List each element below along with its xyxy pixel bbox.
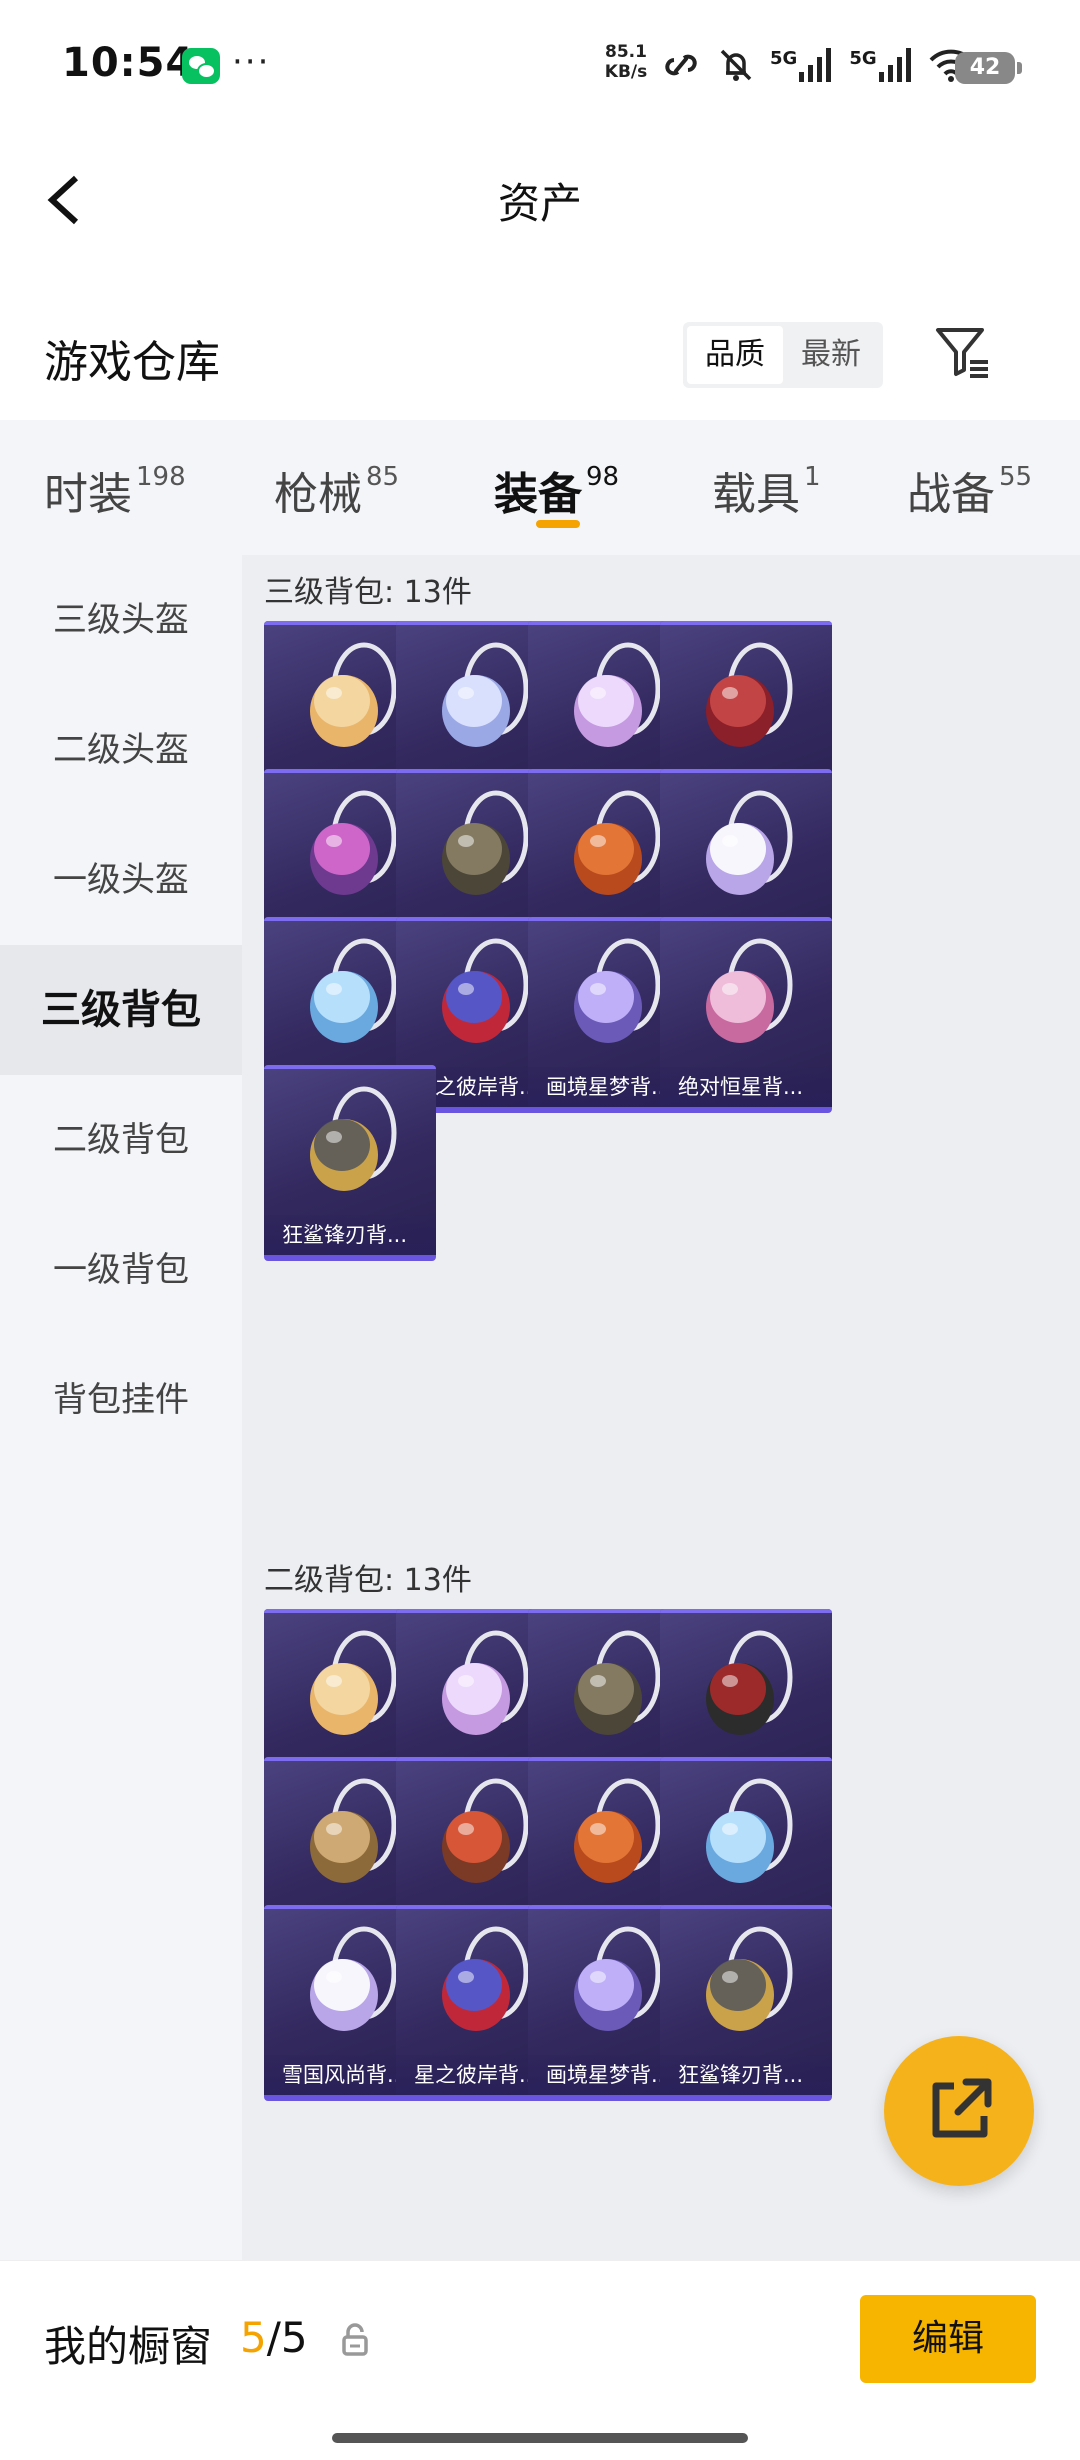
shark-backpack-icon	[310, 1086, 397, 1191]
sort-quality[interactable]: 品质	[687, 326, 783, 384]
sidebar: 三级头盔 二级头盔 一级头盔 三级背包 二级背包 一级背包 背包挂件	[0, 555, 242, 2260]
showcase-count: 5/5	[240, 2313, 308, 2362]
item-grid: 三级背包: 13件 二级背包: 13件 其乐融融背...夜鸢箴言背...彩旗巡礼…	[242, 555, 1080, 2260]
tab-label: 枪械	[274, 469, 362, 520]
status-icons: 5G 5G	[660, 40, 973, 90]
swan-backpack-icon	[706, 1778, 793, 1883]
wechat-icon	[182, 48, 220, 84]
warehouse-title: 游戏仓库	[44, 337, 220, 388]
net-speed: 85.1 KB/s	[600, 42, 652, 82]
item-card[interactable]: 绝对恒星背...	[660, 917, 832, 1113]
sidebar-item-level3-backpack[interactable]: 三级背包	[0, 945, 242, 1075]
item-name: 绝对恒星背...	[660, 1067, 832, 1107]
item-name: 狂鲨锋刃背...	[660, 2055, 832, 2095]
tab-equipment[interactable]: 装备 98	[494, 458, 619, 522]
share-icon	[932, 2078, 992, 2138]
red-backpack-icon	[706, 642, 793, 747]
showcase-total: 5	[280, 2313, 308, 2362]
sidebar-item-level3-helmet[interactable]: 三级头盔	[0, 555, 242, 685]
showcase-label: 我的橱窗	[44, 2322, 213, 2371]
item-card[interactable]: 狂鲨锋刃背...	[264, 1065, 436, 1261]
item-name: 狂鲨锋刃背...	[264, 1215, 436, 1255]
status-bar: 10:54 ··· 85.1 KB/s 5G 5G 42	[0, 0, 1080, 130]
bottom-bar: 我的橱窗 5/5 编辑	[0, 2260, 1080, 2460]
mute-icon	[720, 49, 752, 81]
status-time: 10:54	[62, 40, 195, 86]
sidebar-item-backpack-pendant[interactable]: 背包挂件	[0, 1335, 242, 1465]
sort-toggle: 品质 最新	[683, 322, 883, 388]
sidebar-item-level2-helmet[interactable]: 二级头盔	[0, 685, 242, 815]
tab-label: 战备	[907, 469, 995, 520]
tab-combat-supplies[interactable]: 战备 55	[907, 458, 1032, 522]
signal-icon	[878, 48, 911, 82]
signal-icon	[799, 48, 832, 82]
tab-label: 载具	[712, 469, 800, 520]
active-tab-indicator	[536, 520, 580, 528]
home-indicator	[332, 2433, 748, 2443]
battery-icon: 42	[955, 52, 1022, 84]
tab-label: 装备	[494, 469, 582, 520]
tab-label: 时装	[44, 469, 132, 520]
tab-firearms[interactable]: 枪械 85	[274, 458, 399, 522]
lock-icon	[342, 2323, 368, 2356]
header: 资产	[0, 130, 1080, 270]
share-button[interactable]	[884, 2036, 1034, 2186]
tab-fashion[interactable]: 时装 198	[44, 458, 186, 522]
item-card[interactable]: 狂鲨锋刃背...	[660, 1905, 832, 2101]
signal-1-label: 5G	[770, 48, 798, 69]
shark-backpack-icon	[706, 1926, 793, 2031]
snowman-backpack-icon	[706, 790, 793, 895]
page-title: 资产	[497, 179, 582, 228]
flower-backpack-icon	[706, 938, 793, 1043]
sidebar-item-level2-backpack[interactable]: 二级背包	[0, 1075, 242, 1205]
section-title-level2: 二级背包: 13件	[264, 1563, 472, 1598]
showcase-separator: /	[266, 2313, 281, 2362]
section-title-level3: 三级背包: 13件	[264, 575, 472, 610]
signal-2-label: 5G	[849, 48, 877, 69]
tab-count: 198	[136, 462, 186, 492]
tab-count: 98	[586, 462, 620, 492]
net-speed-value: 85.1	[605, 42, 647, 62]
sidebar-item-level1-helmet[interactable]: 一级头盔	[0, 815, 242, 945]
sort-latest[interactable]: 最新	[783, 326, 879, 384]
link-icon	[665, 54, 697, 76]
tab-count: 55	[999, 462, 1033, 492]
filter-icon	[936, 328, 988, 378]
sidebar-item-level1-backpack[interactable]: 一级背包	[0, 1205, 242, 1335]
signal-2: 5G	[849, 48, 914, 82]
showcase-current: 5	[240, 2313, 267, 2362]
filter-button[interactable]	[932, 322, 992, 382]
more-dots: ···	[232, 42, 271, 82]
tab-vehicles[interactable]: 载具 1	[712, 458, 821, 522]
tab-count: 85	[366, 462, 400, 492]
tab-count: 1	[804, 462, 821, 492]
flame-backpack-icon	[706, 1630, 793, 1735]
net-speed-unit: KB/s	[604, 62, 648, 82]
category-tabs: 时装 198 枪械 85 装备 98 载具 1 战备 55	[0, 420, 1080, 555]
edit-button[interactable]: 编辑	[860, 2295, 1036, 2383]
signal-1: 5G	[770, 48, 835, 82]
